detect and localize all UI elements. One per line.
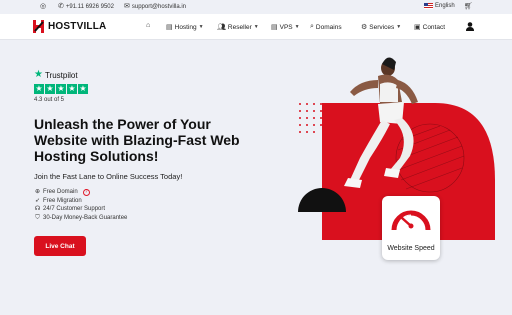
- contact-card-icon: ▣: [414, 24, 421, 31]
- cart-link[interactable]: 🛒︎: [464, 3, 473, 10]
- feature-text: 24/7 Customer Support: [43, 206, 106, 212]
- nav-vps-label: VPS: [279, 23, 293, 31]
- main-navbar: HOSTVILLA ⌂ ▤ Hosting ▼ 👥︎ Reseller ▼ ▤ …: [0, 14, 512, 40]
- trustpilot-rating: 4.3 out of 5: [34, 97, 65, 103]
- feature-text: Free Migration: [43, 197, 82, 204]
- nav-reseller[interactable]: 👥︎ Reseller ▼: [217, 23, 259, 32]
- hero-headline: Unleash the Power of Your Website with B…: [34, 116, 240, 164]
- nav-domains-label: Domains: [315, 23, 342, 31]
- home-link[interactable]: ⌂: [146, 22, 150, 29]
- chevron-down-icon: ▼: [253, 24, 259, 30]
- whatsapp-icon: ◎: [40, 3, 47, 10]
- website-speed-badge: Website Speed: [382, 196, 440, 260]
- chevron-down-icon: ▼: [198, 24, 204, 30]
- feature-item: ⊕ Free Domain ?: [34, 188, 127, 197]
- feature-text: 30-Day Money-Back Guarantee: [43, 214, 128, 221]
- trustpilot-brand: ★ Trustpilot: [34, 70, 88, 80]
- language-label: English: [435, 3, 455, 9]
- nav-hosting[interactable]: ▤ Hosting ▼: [166, 23, 204, 32]
- chevron-down-icon: ▼: [294, 24, 300, 30]
- trustpilot-name: Trustpilot: [44, 70, 78, 80]
- star-icon: ★: [34, 84, 44, 94]
- star-icon: ★: [45, 84, 55, 94]
- nav-services-label: Services: [369, 23, 395, 31]
- headset-icon: ☊: [34, 206, 41, 212]
- whatsapp-link[interactable]: ◎: [40, 3, 46, 10]
- trustpilot-star-icon: ★: [34, 69, 43, 80]
- top-bar: ◎ ✆ +91.11 6926 9502 ✉ support@hostvilla…: [0, 0, 512, 14]
- live-chat-button[interactable]: Live Chat: [34, 236, 86, 256]
- phone-icon: ✆: [58, 3, 64, 10]
- shield-icon: ⛉: [35, 214, 40, 221]
- hostvilla-logo-mark: [33, 20, 44, 33]
- globe-icon: ⊕: [34, 189, 41, 195]
- phone-number: +91.11 6926 9502: [65, 3, 114, 10]
- home-icon: ⌂: [146, 22, 151, 29]
- phone-link[interactable]: ✆ +91.11 6926 9502: [58, 3, 114, 10]
- nav-reseller-label: Reseller: [227, 23, 252, 31]
- server-icon: ▤: [166, 24, 173, 31]
- star-icon: ★: [78, 84, 88, 94]
- cart-icon: 🛒︎: [464, 3, 473, 10]
- search-icon: ⌕: [310, 23, 314, 30]
- us-flag-icon: [424, 3, 433, 9]
- help-icon[interactable]: ?: [82, 188, 90, 196]
- language-selector[interactable]: English: [424, 3, 455, 9]
- logo[interactable]: HOSTVILLA: [32, 19, 106, 34]
- nav-services[interactable]: ⚙ Services ▼: [361, 23, 402, 32]
- trustpilot-widget[interactable]: ★ Trustpilot ★ ★ ★ ★ ★ 4.3 out of 5: [34, 70, 88, 103]
- rocket-icon: ➶: [34, 197, 41, 204]
- feature-item: ☊ 24/7 Customer Support: [34, 205, 127, 214]
- feature-item: ➶ Free Migration: [34, 197, 127, 206]
- users-icon: 👥︎: [217, 24, 226, 31]
- logo-text: HOSTVILLA: [48, 21, 107, 32]
- nav-contact[interactable]: ▣ Contact: [414, 23, 446, 32]
- feature-item: ⛉ 30-Day Money-Back Guarantee: [34, 214, 127, 223]
- website-speed-label: Website Speed: [387, 245, 435, 252]
- nav-contact-label: Contact: [422, 23, 446, 31]
- feature-text: Free Domain: [43, 189, 78, 195]
- chevron-down-icon: ▼: [396, 24, 402, 30]
- speedometer-icon: [391, 210, 431, 231]
- trustpilot-stars: ★ ★ ★ ★ ★: [34, 84, 88, 94]
- star-icon: ★: [56, 84, 66, 94]
- star-icon: ★: [67, 84, 77, 94]
- nav-vps[interactable]: ▤ VPS ▼: [271, 23, 300, 32]
- user-icon: [466, 22, 474, 31]
- server-icon: ▤: [271, 24, 278, 31]
- email-link[interactable]: ✉ support@hostvilla.in: [124, 3, 186, 10]
- feature-list: ⊕ Free Domain ? ➶ Free Migration ☊ 24/7 …: [34, 188, 127, 222]
- envelope-icon: ✉: [124, 3, 130, 10]
- email-address: support@hostvilla.in: [131, 3, 186, 10]
- nav-hosting-label: Hosting: [174, 23, 197, 31]
- hero-subheadline: Join the Fast Lane to Online Success Tod…: [34, 172, 183, 181]
- nav-domains[interactable]: ⌕ Domains: [310, 23, 342, 31]
- gear-icon: ⚙: [361, 24, 368, 31]
- account-link[interactable]: [466, 22, 474, 31]
